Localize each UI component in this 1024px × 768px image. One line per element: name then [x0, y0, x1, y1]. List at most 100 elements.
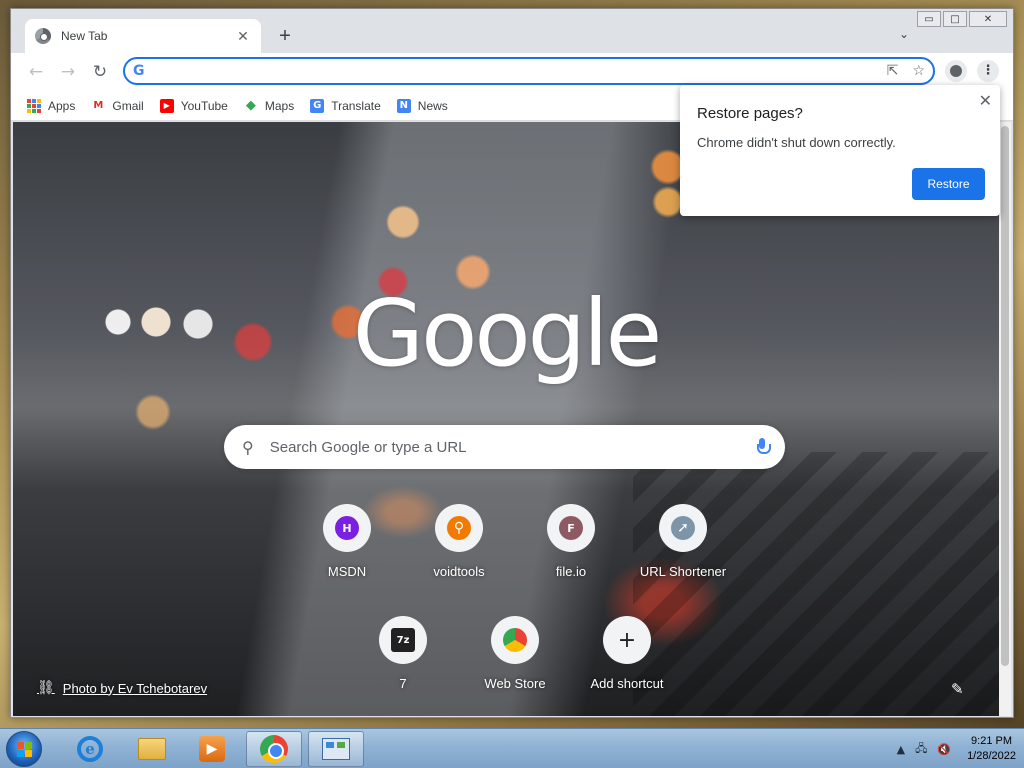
url-shortener-favicon-icon: ➚ [671, 516, 695, 540]
minimize-button[interactable]: ▭ [917, 11, 941, 27]
bookmark-label: Gmail [112, 98, 144, 113]
scrollbar[interactable] [999, 122, 1011, 716]
bookmark-translate[interactable]: G Translate [310, 98, 381, 113]
maximize-button[interactable]: □ [943, 11, 967, 27]
shortcut-msdn[interactable]: H MSDN [291, 504, 403, 579]
maps-icon: ◆ [245, 98, 256, 113]
bookmark-label: Maps [264, 98, 295, 113]
volume-muted-icon[interactable]: 🔇 [937, 743, 951, 756]
bookmark-label: YouTube [180, 98, 228, 113]
shortcut-voidtools[interactable]: ⚲ voidtools [403, 504, 515, 579]
bookmark-gmail[interactable]: M Gmail [91, 99, 143, 113]
omnibox[interactable]: G ⇱ ☆ [123, 57, 935, 85]
taskbar-chrome[interactable] [246, 731, 302, 767]
system-tray: ▲ 🖧 🔇 9:21 PM 1/28/2022 [897, 729, 1016, 768]
network-icon[interactable]: 🖧 [915, 740, 927, 759]
gmail-icon: M [93, 100, 104, 111]
bookmark-maps[interactable]: ◆ Maps [244, 98, 295, 113]
chrome-menu-button[interactable]: ⋮ [977, 60, 999, 82]
youtube-icon: ▶ [159, 98, 174, 113]
google-g-icon: G [133, 63, 145, 79]
google-logo: Google [352, 280, 662, 387]
shortcut-tile: F [547, 504, 595, 552]
profile-avatar-icon [950, 65, 962, 77]
link-icon: ⛓ [37, 680, 55, 696]
ntp-search-box[interactable]: ⚲ [224, 425, 785, 469]
shortcut-tile: H [323, 504, 371, 552]
forward-button[interactable]: → [57, 61, 79, 83]
window-controls: ▭ □ ✕ [917, 11, 1007, 27]
dialog-close-icon[interactable]: ✕ [979, 91, 992, 110]
media-player-icon: ▶ [199, 736, 225, 762]
taskbar-control-panel[interactable] [308, 731, 364, 767]
address-bar-input[interactable] [152, 63, 873, 79]
shortcut-label: file.io [555, 564, 587, 579]
msdn-favicon-icon: H [335, 516, 359, 540]
translate-icon: G [310, 98, 325, 113]
shortcut-label: MSDN [327, 564, 367, 579]
shortcut-tile: ⚲ [435, 504, 483, 552]
taskbar-internet-explorer[interactable]: e [62, 731, 118, 767]
photo-credit-text: Photo by Ev Tchebotarev [62, 680, 208, 696]
bookmark-star-icon[interactable]: ☆ [912, 63, 925, 79]
shortcut-label: voidtools [433, 564, 485, 579]
profile-button[interactable] [945, 60, 967, 82]
shortcut-7zip[interactable]: 7z 7 [347, 616, 459, 691]
apps-grid-icon [27, 98, 41, 113]
show-hidden-icons-arrow-icon[interactable]: ▲ [897, 743, 905, 756]
clock[interactable]: 9:21 PM 1/28/2022 [967, 734, 1016, 764]
taskbar-file-explorer[interactable] [124, 731, 180, 767]
close-window-button[interactable]: ✕ [969, 11, 1007, 27]
new-tab-button[interactable]: + [273, 25, 297, 49]
tab-search-button[interactable]: ⌄ [899, 27, 909, 41]
shortcut-web-store[interactable]: Web Store [459, 616, 571, 691]
tab-close-icon[interactable]: ✕ [235, 28, 251, 45]
shortcut-add[interactable]: + Add shortcut [571, 616, 683, 691]
back-button[interactable]: ← [25, 61, 47, 83]
shortcut-tile: 7z [379, 616, 427, 664]
webstore-favicon-icon [503, 628, 527, 652]
internet-explorer-icon: e [77, 736, 103, 762]
reload-button[interactable]: ↻ [89, 61, 111, 83]
clock-date: 1/28/2022 [967, 750, 1016, 762]
voice-search-mic-icon[interactable] [757, 438, 771, 456]
chrome-favicon-icon [35, 28, 51, 44]
start-button-windows-icon[interactable] [6, 731, 42, 767]
clock-time: 9:21 PM [971, 735, 1013, 747]
shortcut-url-shortener[interactable]: ➚ URL Shortener [627, 504, 739, 579]
bookmark-label: News [417, 98, 448, 113]
shortcut-label: URL Shortener [639, 564, 727, 579]
fileio-favicon-icon: F [559, 516, 583, 540]
share-icon[interactable]: ⇱ [887, 63, 899, 79]
bookmark-apps[interactable]: Apps [27, 98, 76, 113]
bookmark-news[interactable]: N News [396, 98, 448, 113]
shortcut-fileio[interactable]: F file.io [515, 504, 627, 579]
dialog-title: Restore pages? [697, 105, 803, 122]
windows-taskbar: e ▶ ▲ 🖧 🔇 9:21 PM 1/28/2022 [0, 728, 1024, 768]
scroll-thumb[interactable] [1001, 126, 1009, 666]
tab-new-tab[interactable]: New Tab ✕ [25, 19, 261, 53]
shortcut-tile: ➚ [659, 504, 707, 552]
restore-pages-dialog: Restore pages? Chrome didn't shut down c… [680, 85, 1000, 216]
voidtools-favicon-icon: ⚲ [447, 516, 471, 540]
control-panel-icon [322, 738, 350, 760]
folder-icon [138, 738, 166, 760]
taskbar-media-player[interactable]: ▶ [184, 731, 240, 767]
plus-icon: + [617, 627, 637, 653]
tab-title: New Tab [61, 29, 108, 43]
chrome-icon [260, 735, 288, 763]
bookmark-label: Apps [48, 98, 76, 113]
news-icon: N [396, 98, 411, 113]
shortcut-tile [491, 616, 539, 664]
photo-credit-link[interactable]: ⛓ Photo by Ev Tchebotarev [37, 680, 207, 696]
customize-pencil-icon[interactable]: ✎ [951, 680, 964, 698]
dialog-message: Chrome didn't shut down correctly. [697, 135, 896, 150]
shortcut-tile: + [603, 616, 651, 664]
tab-strip: New Tab ✕ + ⌄ ▭ □ ✕ [11, 9, 1013, 53]
bookmark-youtube[interactable]: ▶ YouTube [159, 98, 228, 113]
shortcut-label: Web Store [484, 676, 546, 691]
ntp-search-input[interactable] [269, 438, 757, 456]
bookmark-label: Translate [331, 98, 381, 113]
7zip-favicon-icon: 7z [391, 628, 415, 652]
restore-button[interactable]: Restore [912, 168, 985, 200]
